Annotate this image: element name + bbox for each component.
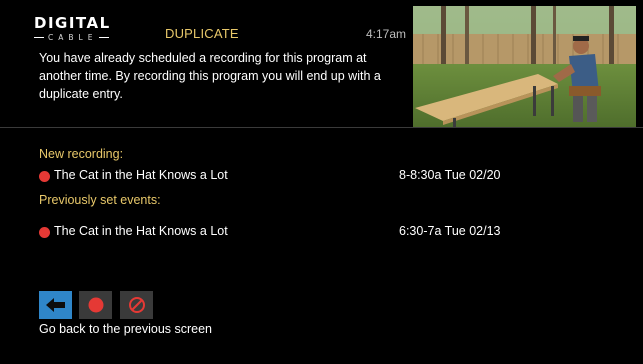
duplicate-message: You have already scheduled a recording f… (39, 51, 381, 101)
previous-events-label: Previously set events: (39, 193, 161, 207)
preview-scene-image (413, 6, 636, 127)
back-arrow-icon (45, 298, 65, 312)
program-title: The Cat in the Hat Knows a Lot (54, 168, 228, 182)
record-indicator-icon (39, 171, 50, 182)
action-hint: Go back to the previous screen (39, 322, 213, 336)
program-time: 6:30-7a Tue 02/13 (399, 224, 501, 238)
duplicate-dialog-screen: DIGITAL CABLE DUPLICATE 4:17am You have … (0, 0, 643, 364)
clock-time: 4:17am (366, 27, 407, 41)
record-indicator-icon (39, 227, 50, 238)
new-recording-label: New recording: (39, 147, 124, 161)
logo-wordmark: DIGITAL (34, 14, 111, 32)
digital-cable-logo: DIGITAL CABLE (34, 14, 134, 44)
logo-subtitle: CABLE (48, 33, 98, 42)
record-icon (88, 297, 103, 313)
record-button[interactable] (79, 291, 112, 319)
page-title: DUPLICATE (165, 26, 239, 41)
cancel-button[interactable] (120, 291, 153, 319)
back-button[interactable] (39, 291, 72, 319)
header-divider (0, 127, 643, 128)
new-recording-row: The Cat in the Hat Knows a Lot 8-8:30a T… (39, 168, 599, 186)
program-time: 8-8:30a Tue 02/20 (399, 168, 501, 182)
live-tv-preview (413, 6, 636, 127)
program-title: The Cat in the Hat Knows a Lot (54, 224, 228, 238)
logo-rule-left (34, 37, 44, 38)
logo-rule-right (99, 37, 110, 38)
cancel-icon (128, 297, 145, 313)
previous-event-row: The Cat in the Hat Knows a Lot 6:30-7a T… (39, 224, 599, 242)
